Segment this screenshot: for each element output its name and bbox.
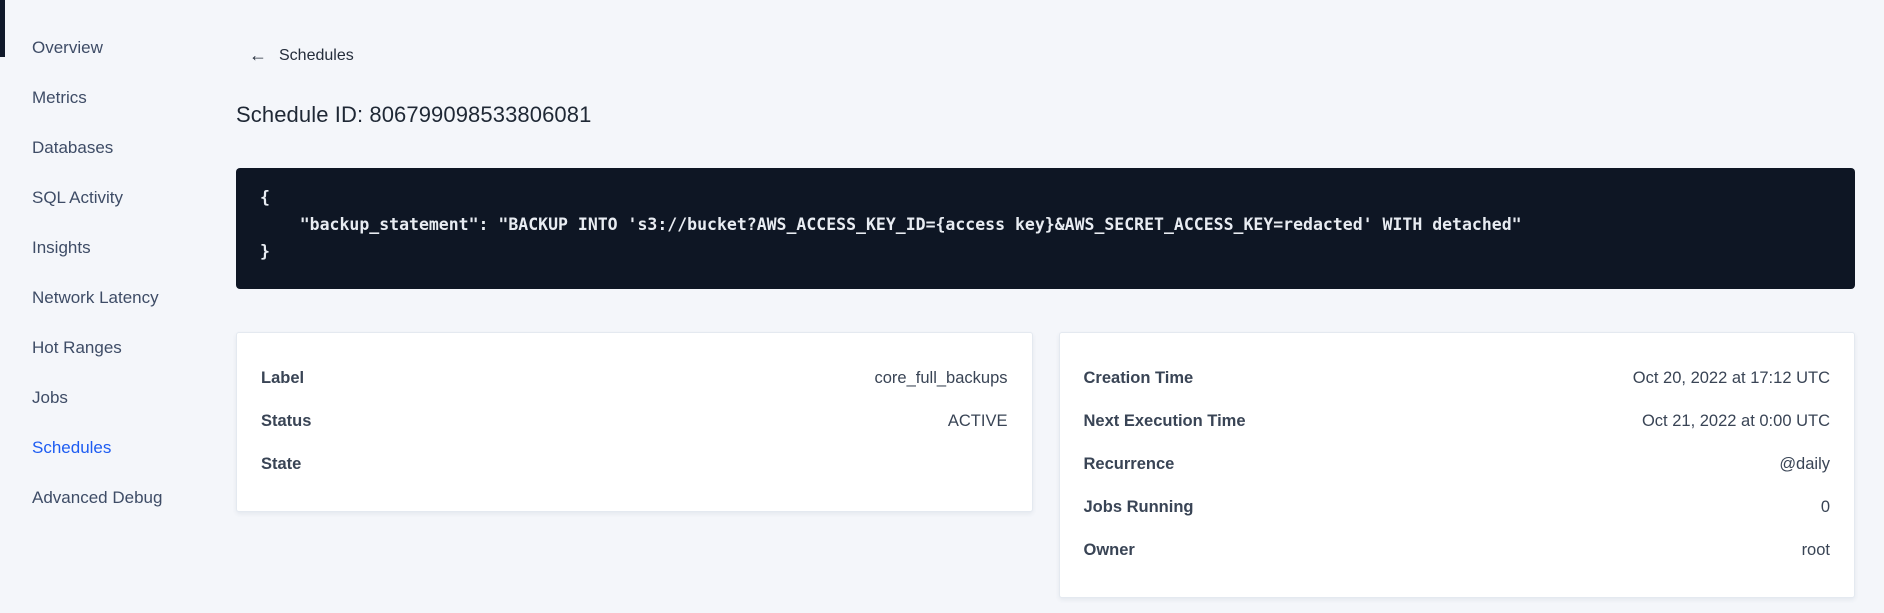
summary-row-state: State [261,443,1008,486]
sidebar-item-databases[interactable]: Databases [0,123,236,173]
summary-card-execution: Creation Time Oct 20, 2022 at 17:12 UTC … [1058,332,1855,598]
row-value: Oct 20, 2022 at 17:12 UTC [1632,369,1830,387]
page-title: Schedule ID: 806799098533806081 [236,102,592,127]
summary-cards: Label core_full_backups Status ACTIVE St… [236,332,1855,598]
sidebar-nav: Overview Metrics Databases SQL Activity … [0,0,236,613]
row-value: @daily [1779,455,1830,473]
row-label: Creation Time [1083,369,1194,387]
row-label: Next Execution Time [1083,412,1246,430]
row-label: Owner [1083,541,1135,559]
sidebar-item-jobs[interactable]: Jobs [0,373,236,423]
row-label: Label [261,369,305,387]
back-link-schedules[interactable]: ← Schedules [249,45,354,66]
row-value: root [1801,541,1830,559]
summary-row-label: Label core_full_backups [261,357,1008,400]
summary-row-owner: Owner root [1084,529,1831,572]
code-line-backup-statement: "backup_statement": "BACKUP INTO 's3://b… [260,215,1522,234]
sidebar-item-sql-activity[interactable]: SQL Activity [0,173,236,223]
back-link-label: Schedules [279,46,354,64]
summary-row-recurrence: Recurrence @daily [1084,443,1831,486]
row-value: 0 [1820,498,1830,516]
main-content: ← Schedules Schedule ID: 806799098533806… [236,0,1884,613]
summary-row-next-execution-time: Next Execution Time Oct 21, 2022 at 0:00… [1084,400,1831,443]
sidebar-item-network-latency[interactable]: Network Latency [0,273,236,323]
summary-row-creation-time: Creation Time Oct 20, 2022 at 17:12 UTC [1084,357,1831,400]
sidebar-item-metrics[interactable]: Metrics [0,73,236,123]
back-arrow-icon: ← [249,45,267,65]
sidebar-item-hot-ranges[interactable]: Hot Ranges [0,323,236,373]
sidebar-item-advanced-debug[interactable]: Advanced Debug [0,473,236,523]
row-label: Jobs Running [1083,498,1194,516]
row-value: ACTIVE [947,412,1008,430]
sidebar-item-overview[interactable]: Overview [0,23,236,73]
row-label: Recurrence [1083,455,1175,473]
row-label: Status [261,412,312,430]
sidebar-item-schedules[interactable]: Schedules [0,423,236,473]
schedule-definition-code: { "backup_statement": "BACKUP INTO 's3:/… [236,168,1855,289]
row-label: State [261,455,302,473]
sidebar-item-insights[interactable]: Insights [0,223,236,273]
summary-card-schedule: Label core_full_backups Status ACTIVE St… [236,332,1033,512]
row-value: core_full_backups [874,369,1008,387]
code-line: } [260,242,270,261]
summary-row-status: Status ACTIVE [261,400,1008,443]
code-line: { [260,188,270,207]
row-value: Oct 21, 2022 at 0:00 UTC [1641,412,1830,430]
summary-row-jobs-running: Jobs Running 0 [1084,486,1831,529]
